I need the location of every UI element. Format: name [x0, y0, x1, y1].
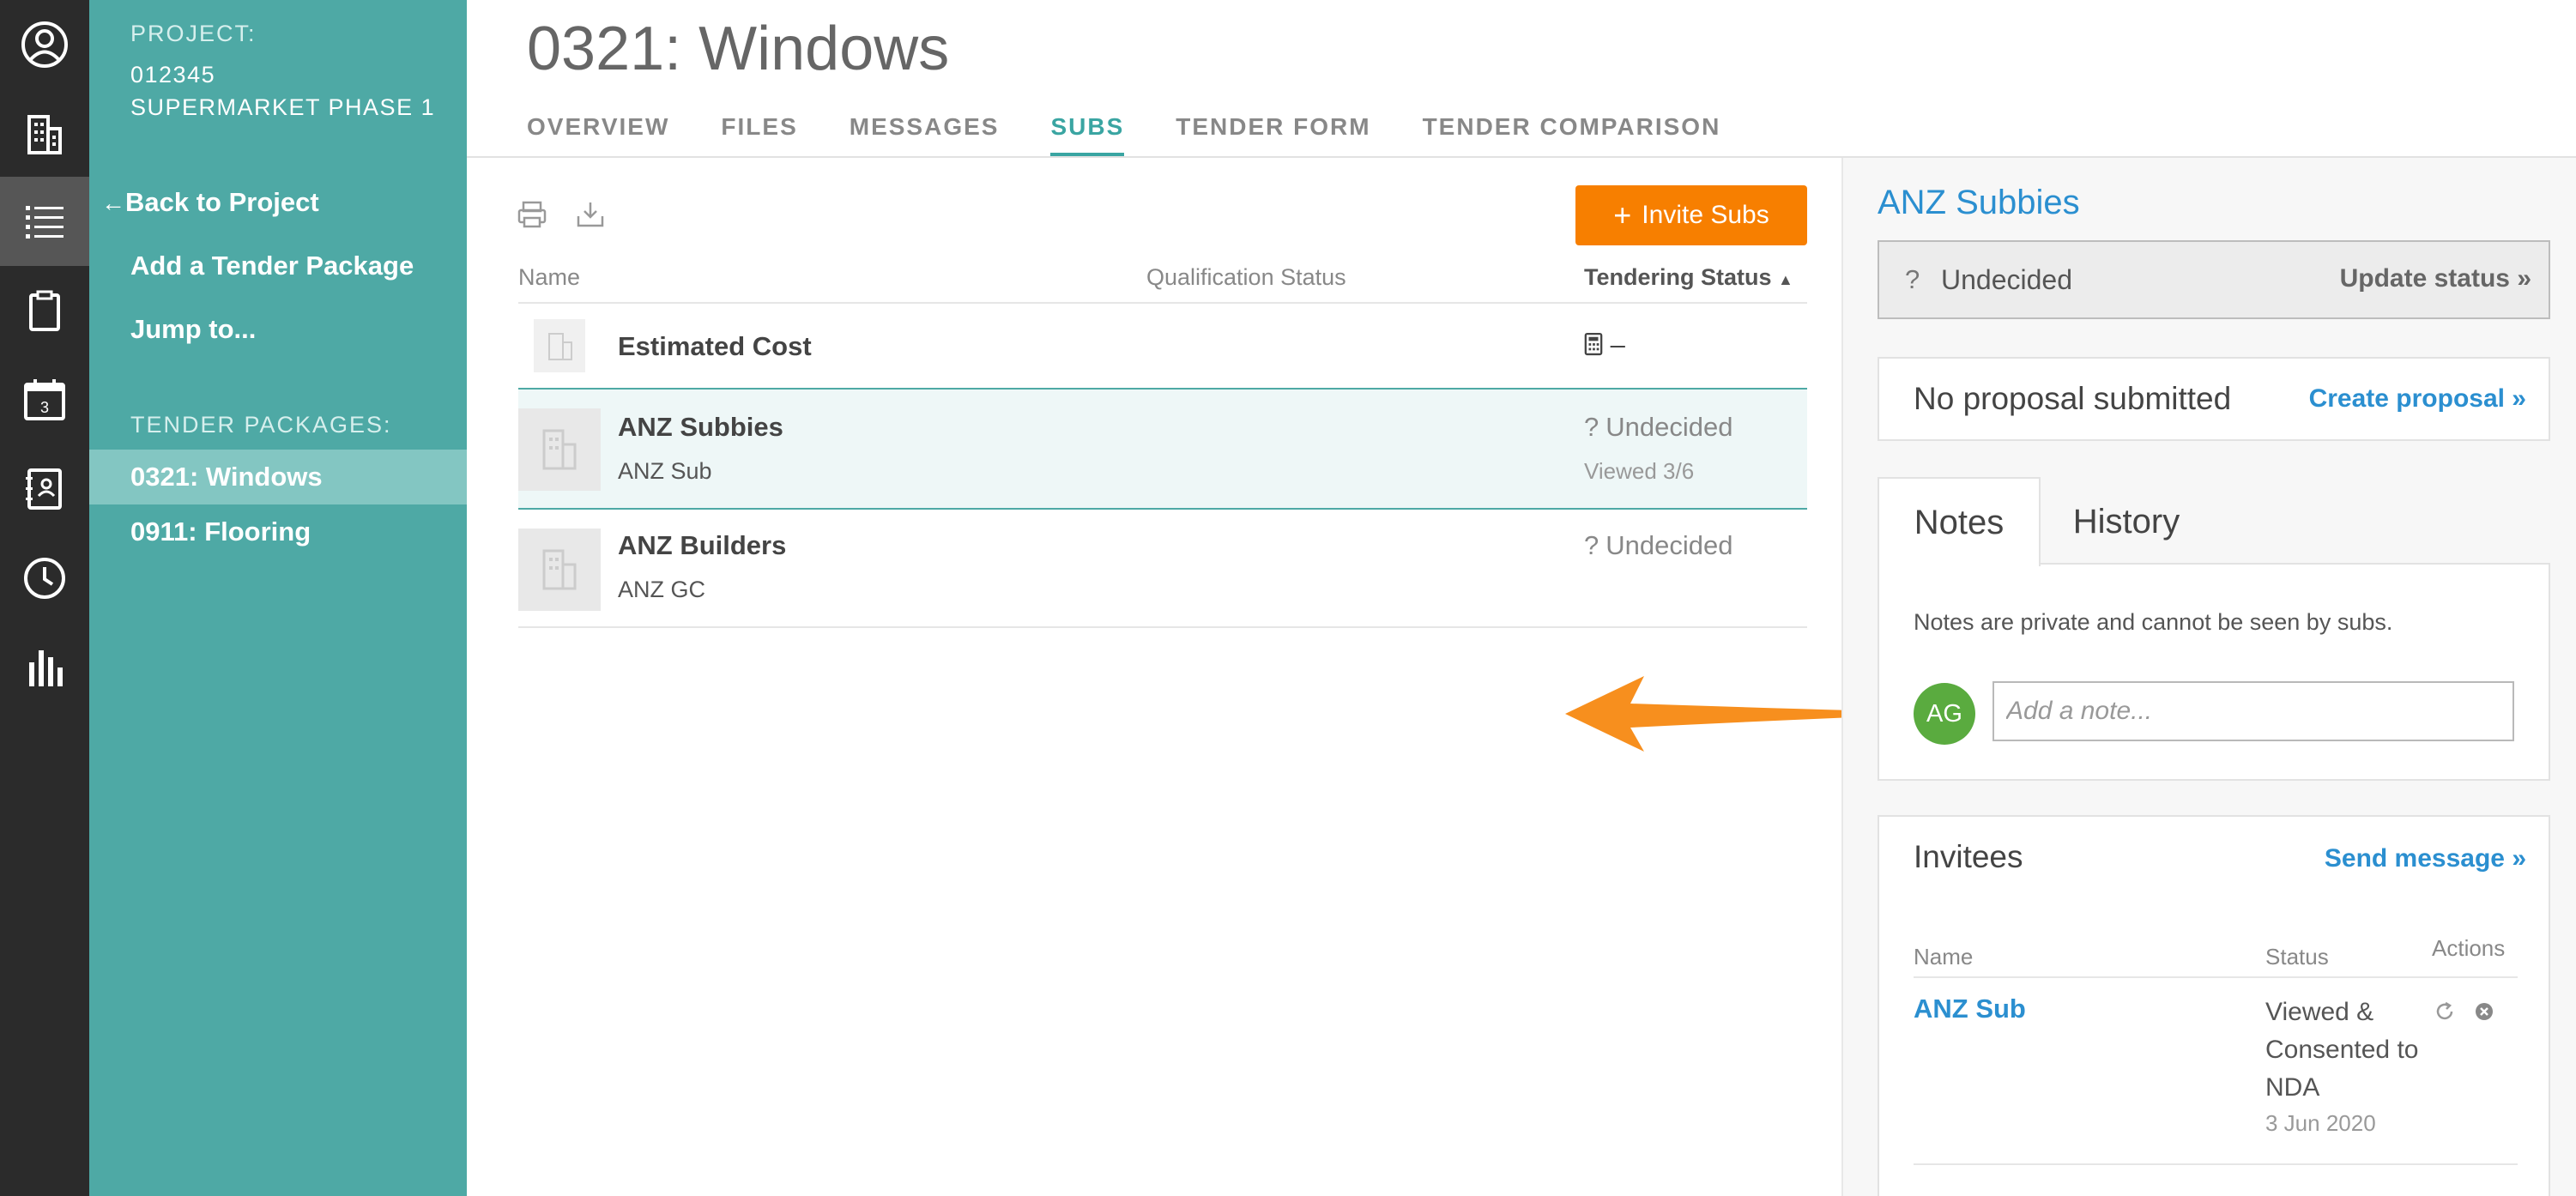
- chart-icon[interactable]: [0, 623, 89, 712]
- row-tendering-status-text: Undecided: [1605, 530, 1733, 560]
- project-number: 012345: [130, 62, 216, 88]
- row-tendering-status-text: Undecided: [1605, 412, 1733, 442]
- notes-card: Notes are private and cannot be seen by …: [1878, 563, 2550, 781]
- proposal-card: No proposal submitted Create proposal »: [1878, 357, 2550, 441]
- invite-subs-label: Invite Subs: [1642, 201, 1769, 229]
- resend-icon[interactable]: [2434, 1000, 2456, 1023]
- invitees-header-divider: [1914, 976, 2518, 978]
- note-input[interactable]: [1992, 681, 2514, 741]
- sidebar-package-flooring[interactable]: 0911: Flooring: [89, 504, 467, 559]
- invitee-date: 3 Jun 2020: [2265, 1110, 2376, 1136]
- table-bottom-divider: [518, 626, 1807, 628]
- profile-icon[interactable]: [0, 0, 89, 89]
- project-label: PROJECT:: [130, 21, 257, 46]
- project-name: SUPERMARKET PHASE 1: [130, 94, 436, 120]
- tab-notes[interactable]: Notes: [1878, 477, 2041, 566]
- send-message-link[interactable]: Send message »: [2325, 844, 2526, 873]
- question-icon: ?: [1584, 412, 1599, 442]
- status-bar: ? Undecided Update status »: [1878, 240, 2550, 319]
- row-company-name: ANZ Subbies: [618, 412, 783, 442]
- invitees-row-divider: [1914, 1163, 2518, 1165]
- question-icon: ?: [1905, 264, 1920, 294]
- proposal-status-text: No proposal submitted: [1914, 381, 2232, 416]
- column-header-tendering[interactable]: Tendering Status ▲: [1584, 264, 1793, 291]
- column-header-qualification[interactable]: Qualification Status: [1146, 264, 1346, 291]
- package-tabs: OVERVIEW FILES MESSAGES SUBS TENDER FORM…: [527, 113, 1772, 158]
- icon-rail: 3: [0, 0, 89, 1196]
- invite-subs-button[interactable]: + Invite Subs: [1575, 185, 1807, 245]
- estimated-cost-label: Estimated Cost: [618, 331, 812, 361]
- invitees-column-actions: Actions: [2432, 935, 2506, 961]
- invitees-column-status: Status: [2265, 944, 2329, 969]
- tab-tender-form[interactable]: TENDER FORM: [1176, 113, 1370, 158]
- tab-messages[interactable]: MESSAGES: [850, 113, 1000, 158]
- row-tendering-status: ? Undecided: [1584, 412, 1732, 443]
- tendering-status-label: Tendering Status: [1584, 264, 1772, 290]
- row-contact-name: ANZ Sub: [618, 458, 712, 484]
- calendar-icon[interactable]: 3: [0, 355, 89, 444]
- arrow-left-icon: ←: [101, 190, 125, 216]
- create-proposal-link[interactable]: Create proposal »: [2309, 384, 2526, 414]
- svg-text:3: 3: [40, 399, 49, 416]
- estimated-cost-value: –: [1584, 329, 1625, 360]
- tender-packages-label: TENDER PACKAGES:: [130, 412, 392, 438]
- print-icon[interactable]: [517, 199, 547, 230]
- table-row[interactable]: ANZ Subbies ANZ Sub ? Undecided Viewed 3/…: [518, 388, 1807, 510]
- tab-subs[interactable]: SUBS: [1050, 113, 1125, 158]
- plus-icon: +: [1613, 197, 1632, 233]
- avatar: AG: [1914, 683, 1975, 745]
- jump-to-link[interactable]: Jump to...: [130, 314, 256, 345]
- column-header-name[interactable]: Name: [518, 264, 580, 291]
- clock-icon[interactable]: [0, 534, 89, 623]
- building-placeholder-icon: [518, 529, 601, 611]
- building-placeholder-icon: [534, 319, 585, 372]
- current-status: Undecided: [1941, 264, 2072, 295]
- sidebar-package-windows[interactable]: 0321: Windows: [89, 450, 467, 504]
- address-book-icon[interactable]: [0, 444, 89, 534]
- back-to-project-label: Back to Project: [125, 187, 319, 217]
- list-icon[interactable]: [0, 177, 89, 266]
- notes-hint: Notes are private and cannot be seen by …: [1914, 609, 2393, 635]
- tab-history[interactable]: History: [2041, 477, 2212, 566]
- page-title: 0321: Windows: [527, 15, 950, 83]
- back-to-project-link[interactable]: ←Back to Project: [101, 187, 319, 218]
- remove-icon[interactable]: [2473, 1000, 2495, 1023]
- row-contact-name: ANZ GC: [618, 577, 706, 602]
- update-status-link[interactable]: Update status »: [2340, 264, 2531, 293]
- annotation-arrow-icon: [1565, 676, 1853, 752]
- clipboard-icon[interactable]: [0, 266, 89, 355]
- tab-tender-comparison[interactable]: TENDER COMPARISON: [1423, 113, 1721, 158]
- download-icon[interactable]: [575, 199, 606, 230]
- invitee-name-link[interactable]: ANZ Sub: [1914, 994, 2026, 1024]
- table-row[interactable]: ANZ Builders ANZ GC ? Undecided: [518, 511, 1807, 628]
- row-company-name: ANZ Builders: [618, 530, 787, 560]
- building-icon[interactable]: [0, 89, 89, 178]
- row-viewed-count: Viewed 3/6: [1584, 458, 1695, 484]
- project-sidebar: PROJECT: 012345 SUPERMARKET PHASE 1 ←Bac…: [89, 0, 467, 1196]
- row-tendering-status: ? Undecided: [1584, 530, 1732, 561]
- invitees-title: Invitees: [1914, 839, 2023, 874]
- calculator-icon: [1584, 329, 1611, 359]
- question-icon: ?: [1584, 530, 1599, 560]
- sort-up-icon: ▲: [1778, 271, 1793, 288]
- tab-overview[interactable]: OVERVIEW: [527, 113, 669, 158]
- tab-files[interactable]: FILES: [721, 113, 797, 158]
- estimated-cost-amount: –: [1610, 329, 1625, 359]
- invitees-card: Invitees Send message » Name Status Acti…: [1878, 815, 2550, 1196]
- detail-panel-title[interactable]: ANZ Subbies: [1878, 184, 2080, 222]
- invitees-column-name: Name: [1914, 944, 1974, 969]
- estimated-cost-row: Estimated Cost –: [518, 304, 1807, 388]
- invitee-status: Viewed & Consented to NDA: [2265, 998, 2419, 1102]
- building-placeholder-icon: [518, 408, 601, 491]
- add-tender-package-link[interactable]: Add a Tender Package: [130, 251, 414, 281]
